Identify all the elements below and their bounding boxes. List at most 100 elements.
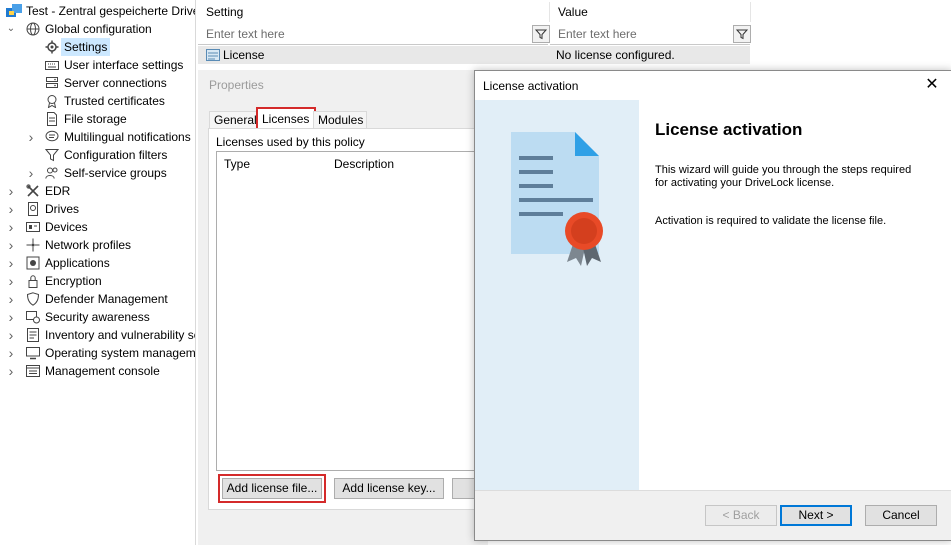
tools-icon [26,184,40,198]
console-icon [26,364,40,378]
tree-item-label: Multilingual notifications [64,130,191,144]
setting-filter-input[interactable] [198,24,564,44]
chevron-right-icon[interactable]: › [26,128,36,146]
device-icon [26,220,40,234]
tree-item[interactable]: › Network profiles [0,236,195,254]
tree-item-label: Encryption [45,274,102,288]
chevron-right-icon[interactable]: › [6,362,16,380]
tree-item[interactable]: › Defender Management [0,290,195,308]
tree-item-label: User interface settings [64,58,184,72]
tree-item-label: Management console [45,364,160,378]
tree-item-label: Devices [45,220,88,234]
back-button[interactable]: < Back [705,505,777,526]
tree-item-label: File storage [64,112,127,126]
tree-item[interactable]: › Inventory and vulnerability scan [0,326,195,344]
keyboard-icon [45,58,59,72]
tree-item[interactable]: › Drives [0,200,195,218]
monitor-icon [26,346,40,360]
tab-general[interactable]: General [209,111,259,129]
dialog-titlebar[interactable]: License activation ✕ [475,71,951,100]
inventory-icon [26,328,40,342]
chevron-right-icon[interactable]: › [6,182,16,200]
tree-item[interactable]: › Security awareness [0,308,195,326]
chevron-down-icon[interactable]: ⌄ [6,20,16,38]
column-setting[interactable]: Setting [198,2,550,22]
row-setting-cell: License [223,48,265,62]
column-type[interactable]: Type [224,157,250,171]
tree-item-label: Operating system management [45,346,196,360]
tree-item[interactable]: › Management console [0,362,195,380]
chevron-right-icon[interactable]: › [6,200,16,218]
tree-item[interactable]: User interface settings [0,56,195,74]
gear-icon [45,40,59,54]
tree-item-label: Global configuration [45,22,152,36]
tree-item[interactable]: Configuration filters [0,146,195,164]
dialog-separator [475,490,951,491]
policy-icon [6,4,22,18]
tree-item[interactable]: › Encryption [0,272,195,290]
tree-item-label: Drives [45,202,80,216]
server-icon [45,76,59,90]
tree-item[interactable]: › Devices [0,218,195,236]
tab-licenses[interactable]: Licenses [256,107,316,130]
close-icon[interactable]: ✕ [923,76,941,94]
filter-icon[interactable] [532,25,550,43]
wizard-intro-text: This wizard will guide you through the s… [655,164,912,189]
tree-item-label: Settings [61,38,111,56]
chevron-right-icon[interactable]: › [6,308,16,326]
license-document-icon [511,132,603,266]
license-activation-dialog: License activation ✕ License activation … [474,70,951,541]
tree-item[interactable]: › Self-service groups [0,164,195,182]
table-row[interactable]: License No license configured. [198,46,750,64]
users-icon [45,166,59,180]
chevron-right-icon[interactable]: › [6,344,16,362]
network-icon [26,238,40,252]
next-button[interactable]: Next > [780,505,852,526]
chevron-right-icon[interactable]: › [6,254,16,272]
awareness-icon [26,310,40,324]
speech-icon [45,130,59,144]
value-filter [550,24,766,45]
tree-item-label: Network profiles [45,238,132,252]
shield-icon [26,292,40,306]
tree-item-label: Security awareness [45,310,150,324]
tree-item[interactable]: › Applications [0,254,195,272]
tree-item-label: Inventory and vulnerability scan [45,328,195,342]
tree-item[interactable]: ⌄ Global configuration [0,20,195,38]
chevron-right-icon[interactable]: › [6,272,16,290]
licenses-list-label: Licenses used by this policy [216,135,365,149]
row-value-cell: No license configured. [556,48,675,62]
chevron-right-icon[interactable]: › [6,218,16,236]
cancel-button[interactable]: Cancel [865,505,937,526]
add-license-file-button[interactable]: Add license file... [218,474,326,503]
tree-root[interactable]: Test - Zentral gespeicherte DriveLock [0,2,195,20]
certificate-icon [45,94,59,108]
tree-root-label: Test - Zentral gespeicherte DriveLock [26,4,195,18]
filter-icon [45,148,59,162]
tree-item[interactable]: › EDR [0,182,195,200]
tree-item[interactable]: Trusted certificates [0,92,195,110]
chevron-right-icon[interactable]: › [6,326,16,344]
properties-title: Properties [209,78,264,92]
licenses-list[interactable]: Type Description [216,151,488,471]
tree-item[interactable]: Settings [0,38,195,56]
tree-item-label: Server connections [64,76,167,90]
chevron-right-icon[interactable]: › [26,164,36,182]
license-icon [206,48,220,62]
chevron-right-icon[interactable]: › [6,290,16,308]
column-description[interactable]: Description [334,157,394,171]
tree-item[interactable]: › Multilingual notifications [0,128,195,146]
tree-item[interactable]: File storage [0,110,195,128]
add-license-key-button[interactable]: Add license key... [334,478,444,499]
settings-grid: Setting Value License No license configu… [198,0,766,66]
tree-item-label: Trusted certificates [64,94,165,108]
dialog-title: License activation [483,79,579,93]
wizard-side-panel [475,100,639,490]
filter-icon[interactable] [733,25,751,43]
setting-filter [198,24,564,45]
column-value[interactable]: Value [550,2,751,22]
tree-item[interactable]: › Operating system management [0,344,195,362]
tab-modules[interactable]: Modules [313,111,367,129]
tree-item[interactable]: Server connections [0,74,195,92]
chevron-right-icon[interactable]: › [6,236,16,254]
